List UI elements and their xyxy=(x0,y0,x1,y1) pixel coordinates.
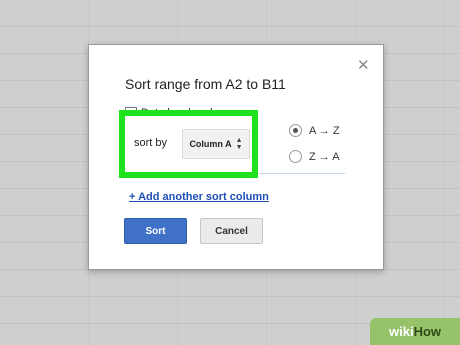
sort-order-group: A → Z Z → A xyxy=(289,124,340,176)
radio-option-a-z[interactable]: A → Z xyxy=(289,124,340,137)
updown-arrows-icon: ▲ ▼ xyxy=(235,137,243,151)
wikihow-watermark: wiki How xyxy=(370,318,460,345)
dialog-title: Sort range from A2 to B11 xyxy=(125,76,286,92)
radio-z-a-label: Z → A xyxy=(309,150,340,163)
watermark-how: How xyxy=(413,324,442,339)
watermark-wiki: wiki xyxy=(388,324,414,339)
radio-option-z-a[interactable]: Z → A xyxy=(289,150,340,163)
highlight-inner: sort by Column A ▲ ▼ xyxy=(125,116,252,172)
add-sort-column-link[interactable]: + Add another sort column xyxy=(129,191,269,203)
radio-z-a[interactable] xyxy=(289,150,302,163)
sort-button[interactable]: Sort xyxy=(124,218,187,244)
sort-by-label: sort by xyxy=(134,137,168,149)
column-select-value: Column A xyxy=(189,139,232,149)
cancel-button[interactable]: Cancel xyxy=(200,218,263,244)
highlight-box: sort by Column A ▲ ▼ xyxy=(119,110,258,178)
radio-a-z-label: A → Z xyxy=(309,124,340,137)
close-icon[interactable]: ✕ xyxy=(357,58,370,73)
radio-a-z[interactable] xyxy=(289,124,302,137)
column-select[interactable]: Column A ▲ ▼ xyxy=(182,129,250,159)
